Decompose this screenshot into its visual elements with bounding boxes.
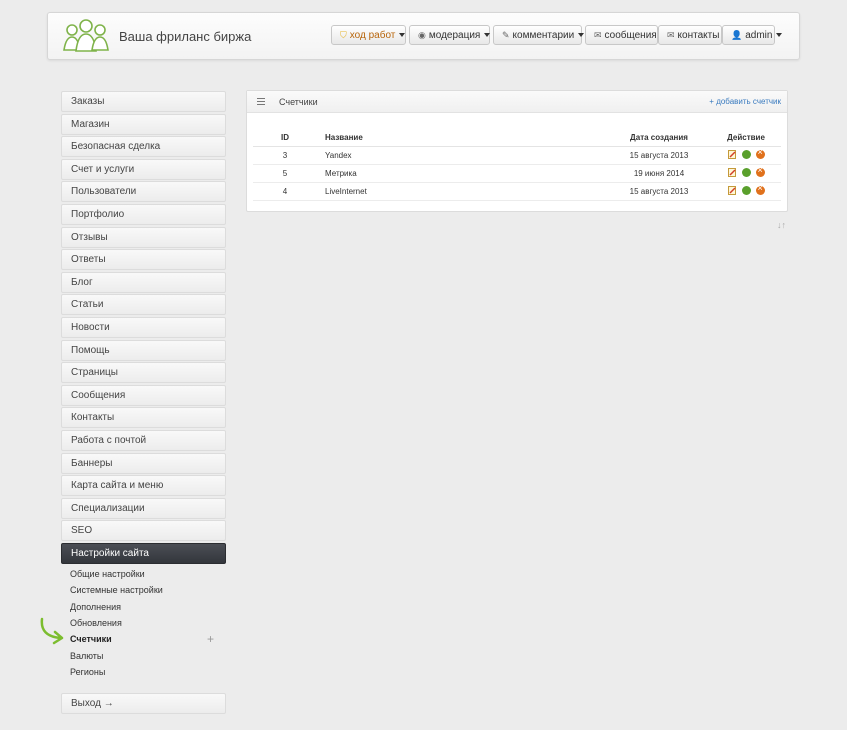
counters-table: ID Название Дата создания Действие 3 Yan… <box>253 129 781 201</box>
table-row: 3 Yandex 15 августа 2013 <box>253 146 781 165</box>
caret-down-icon <box>776 33 783 38</box>
column-header-name[interactable]: Название <box>317 129 607 147</box>
sidebar-item-site-settings[interactable]: Настройки сайта <box>61 543 226 564</box>
caret-down-icon <box>484 33 491 38</box>
panel-header: Счетчики + добавить счетчик <box>247 91 787 113</box>
sidebar-item-reviews[interactable]: Отзывы <box>61 227 226 248</box>
sidebar-item-portfolio[interactable]: Портфолио <box>61 204 226 225</box>
sidebar-item-messages[interactable]: Сообщения <box>61 385 226 406</box>
column-header-date[interactable]: Дата создания <box>607 129 711 147</box>
cell-date: 15 августа 2013 <box>607 146 711 165</box>
panel-title: Счетчики <box>279 97 318 107</box>
admin-label: admin <box>745 30 773 41</box>
delete-icon[interactable] <box>755 183 765 195</box>
menu-icon[interactable] <box>257 98 265 107</box>
messages-label: сообщения <box>604 30 657 41</box>
moderation-button[interactable]: ◉ модерация <box>409 25 491 45</box>
submenu-updates[interactable]: Обновления <box>70 618 122 628</box>
cell-date: 19 июня 2014 <box>607 164 711 183</box>
shield-icon: ⛉ <box>340 30 347 40</box>
delete-icon[interactable] <box>755 147 765 159</box>
cell-date: 15 августа 2013 <box>607 182 711 201</box>
envelope-icon: ✉ <box>594 30 602 40</box>
sidebar-item-orders[interactable]: Заказы <box>61 91 226 112</box>
sidebar-item-mail[interactable]: Работа с почтой <box>61 430 226 451</box>
edit-icon[interactable] <box>727 149 737 159</box>
user-icon: 👤 <box>731 30 743 40</box>
comments-label: комментарии <box>512 30 575 41</box>
caret-down-icon <box>399 33 406 38</box>
moderation-label: модерация <box>428 30 481 41</box>
sidebar-item-news[interactable]: Новости <box>61 317 226 338</box>
sidebar-item-seo[interactable]: SEO <box>61 520 226 541</box>
submenu-general-settings[interactable]: Общие настройки <box>70 569 145 579</box>
sidebar-item-safe-deal[interactable]: Безопасная сделка <box>61 136 226 157</box>
submenu-extensions[interactable]: Дополнения <box>70 602 121 612</box>
enable-toggle-icon[interactable] <box>741 185 751 195</box>
cell-id: 3 <box>253 146 317 165</box>
column-header-id[interactable]: ID <box>253 129 317 147</box>
add-counter-link[interactable]: + добавить счетчик <box>709 97 781 106</box>
enable-toggle-icon[interactable] <box>741 167 751 177</box>
sidebar-item-contacts[interactable]: Контакты <box>61 407 226 428</box>
work-progress-label: ход работ <box>349 30 396 41</box>
sidebar-item-pages[interactable]: Страницы <box>61 362 226 383</box>
enable-toggle-icon[interactable] <box>741 149 751 159</box>
cell-name: Метрика <box>317 164 607 183</box>
edit-icon[interactable] <box>727 167 737 177</box>
caret-down-icon <box>578 33 585 38</box>
column-header-action: Действие <box>711 129 781 147</box>
sort-icon[interactable]: ↓↑ <box>777 220 786 230</box>
sidebar-item-answers[interactable]: Ответы <box>61 249 226 270</box>
submenu-system-settings[interactable]: Системные настройки <box>70 585 163 595</box>
sidebar-item-articles[interactable]: Статьи <box>61 294 226 315</box>
submenu-currencies[interactable]: Валюты <box>70 651 103 661</box>
eye-icon: ◉ <box>418 30 426 40</box>
sidebar-item-blog[interactable]: Блог <box>61 272 226 293</box>
submenu-counters[interactable]: Счетчики <box>70 634 112 644</box>
cell-name: Yandex <box>317 146 607 165</box>
envelope-icon: ✉ <box>667 30 675 40</box>
cell-name: LiveInternet <box>317 182 607 201</box>
messages-button[interactable]: ✉ сообщения <box>585 25 658 45</box>
sidebar-item-users[interactable]: Пользователи <box>61 181 226 202</box>
cell-id: 4 <box>253 182 317 201</box>
edit-icon[interactable] <box>727 185 737 195</box>
delete-icon[interactable] <box>755 165 765 177</box>
pointer-arrow-icon <box>40 617 64 645</box>
table-row: 5 Метрика 19 июня 2014 <box>253 164 781 183</box>
submenu-regions[interactable]: Регионы <box>70 667 105 677</box>
table-row: 4 LiveInternet 15 августа 2013 <box>253 182 781 201</box>
pencil-icon: ✎ <box>502 30 510 40</box>
sidebar-item-sitemap[interactable]: Карта сайта и меню <box>61 475 226 496</box>
logout-button[interactable]: Выход → <box>61 693 226 714</box>
site-title[interactable]: Ваша фриланс биржа <box>119 29 251 44</box>
sidebar-item-shop[interactable]: Магазин <box>61 114 226 135</box>
contacts-label: контакты <box>677 30 720 41</box>
admin-button[interactable]: 👤 admin <box>722 25 783 45</box>
contacts-button[interactable]: ✉ контакты <box>658 25 722 45</box>
comments-button[interactable]: ✎ комментарии <box>493 25 585 45</box>
logo-icon[interactable] <box>62 18 110 54</box>
sidebar-item-specializations[interactable]: Специализации <box>61 498 226 519</box>
work-progress-button[interactable]: ⛉ ход работ <box>331 25 406 45</box>
sidebar-item-help[interactable]: Помощь <box>61 340 226 361</box>
sidebar-item-banners[interactable]: Баннеры <box>61 453 226 474</box>
sidebar-item-billing[interactable]: Счет и услуги <box>61 159 226 180</box>
cell-id: 5 <box>253 164 317 183</box>
top-header: Ваша фриланс биржа ⛉ ход работ ◉ модерация… <box>47 12 800 60</box>
add-counter-plus-icon[interactable]: + <box>207 632 214 646</box>
counters-panel: Счетчики + добавить счетчик ID Название … <box>246 90 788 212</box>
